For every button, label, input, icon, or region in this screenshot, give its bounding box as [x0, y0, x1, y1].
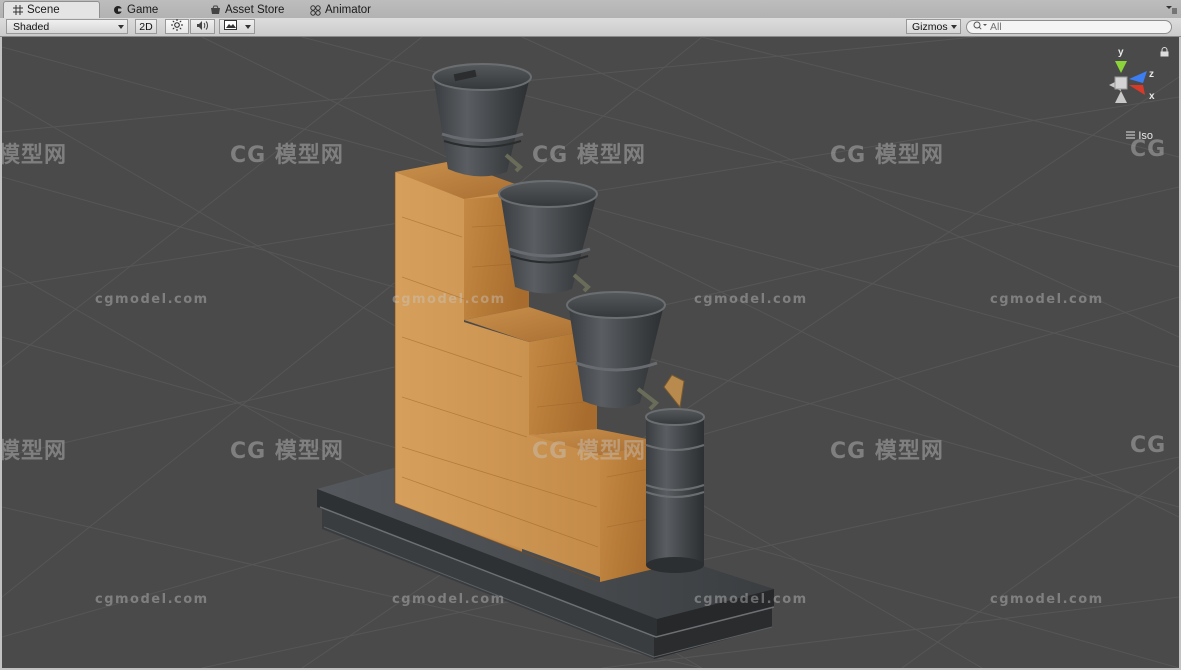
tab-game[interactable]: Game: [104, 2, 166, 18]
gizmo-y-label: y: [1118, 47, 1124, 58]
bucket-lower: [566, 291, 666, 411]
watermark-logo: CG 模型网: [830, 143, 944, 168]
lighting-toggle-button[interactable]: [165, 19, 189, 34]
watermark-logo: CG 模型网: [532, 143, 646, 168]
game-icon: [112, 5, 123, 16]
watermark-site: cgmodel.com: [95, 592, 209, 607]
tab-game-label: Game: [127, 4, 159, 16]
gizmo-z-label: z: [1149, 69, 1154, 80]
gizmos-dropdown[interactable]: Gizmos: [906, 19, 961, 34]
scene-render: [2, 37, 1179, 668]
watermark-logo: CG 模型网: [532, 439, 646, 464]
tab-asset-store-label: Asset Store: [225, 4, 285, 16]
scene-search-field[interactable]: [966, 20, 1172, 34]
watermark-site: cgmodel.com: [694, 592, 808, 607]
watermark-site: cgmodel.com: [694, 292, 808, 307]
search-icon: [973, 21, 987, 33]
scene-toolbar: Shaded 2D Gizmos: [0, 18, 1181, 37]
tab-animator-label: Animator: [325, 4, 372, 16]
watermark-site: cgmodel.com: [392, 292, 506, 307]
bucket-top: [432, 63, 532, 177]
audio-toggle-button[interactable]: [190, 19, 215, 34]
toggle-2d-button[interactable]: 2D: [135, 19, 157, 34]
chevron-down-icon: [951, 25, 957, 29]
speaker-icon: [196, 20, 209, 34]
gizmos-label: Gizmos: [912, 20, 948, 33]
projection-toggle[interactable]: Iso: [1126, 130, 1153, 142]
watermark-logo: CG 模型网: [230, 439, 344, 464]
image-icon: [224, 20, 237, 33]
panel-menu-icon[interactable]: [1163, 3, 1177, 15]
chevron-down-icon: [118, 25, 124, 29]
grid-icon: [12, 5, 23, 16]
gizmo-y-axis: [1115, 61, 1127, 73]
animator-icon: [310, 4, 321, 16]
sun-icon: [171, 19, 183, 34]
gizmo-x-axis: [1129, 85, 1145, 95]
watermark-site: cgmodel.com: [95, 292, 209, 307]
tab-scene-label: Scene: [27, 4, 60, 16]
effects-dropdown[interactable]: [219, 19, 255, 34]
store-icon: [210, 5, 221, 16]
lock-icon[interactable]: [1160, 47, 1169, 57]
shading-mode-label: Shaded: [13, 20, 50, 33]
scene-viewport[interactable]: 模型网 CG 模型网 CG 模型网 CG 模型网 CG cgmodel.com …: [2, 37, 1179, 668]
menu-lines-icon: [1126, 130, 1136, 142]
watermark-logo: 模型网: [2, 143, 68, 168]
projection-label: Iso: [1138, 130, 1153, 142]
watermark-site: cgmodel.com: [392, 592, 506, 607]
tab-bar: Scene Game Asset Store Animator: [0, 0, 1181, 19]
watermark-site: cgmodel.com: [990, 292, 1104, 307]
watermark-logo: 模型网: [2, 439, 68, 464]
gizmo-z-axis: [1129, 71, 1147, 83]
watermark-logo: CG 模型网: [230, 143, 344, 168]
bucket-middle: [498, 180, 598, 294]
gizmo-x-label: x: [1149, 91, 1155, 102]
shading-mode-dropdown[interactable]: Shaded: [6, 19, 128, 34]
watermark-site: cgmodel.com: [990, 592, 1104, 607]
search-input[interactable]: [990, 21, 1150, 33]
orientation-gizmo[interactable]: y z x: [1099, 41, 1165, 119]
tab-asset-store[interactable]: Asset Store: [202, 2, 292, 18]
toggle-2d-label: 2D: [139, 20, 153, 33]
tab-scene[interactable]: Scene: [3, 1, 100, 18]
watermark-logo: CG: [1130, 433, 1167, 458]
tab-animator[interactable]: Animator: [302, 2, 379, 18]
watermark-logo: CG 模型网: [830, 439, 944, 464]
chevron-down-icon: [245, 25, 251, 29]
